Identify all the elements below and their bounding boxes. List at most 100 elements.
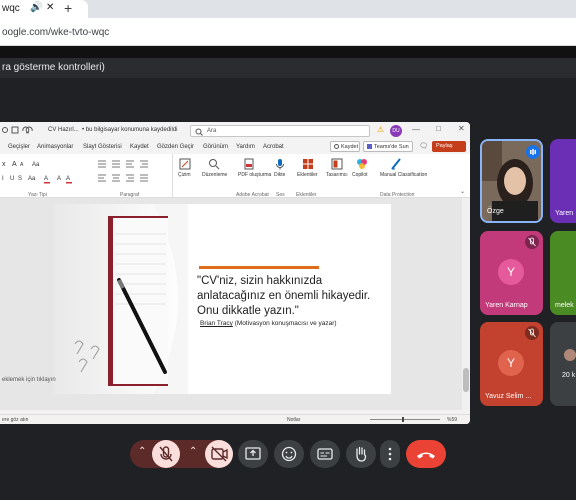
classification-label[interactable]: Manual Classification (380, 172, 427, 178)
account-avatar[interactable]: DU (390, 125, 402, 137)
captions-button[interactable] (310, 440, 340, 468)
shared-powerpoint-window: CV Hazırl... • bu bilgisayar konumuna ka… (0, 122, 470, 424)
slide[interactable]: "CV'niz, sizin hakkınızda anlatacağınız … (53, 204, 391, 394)
addins-label[interactable]: Eklentiler (297, 172, 318, 178)
draw-icon[interactable] (179, 158, 191, 170)
tab-help[interactable]: Yardım (236, 144, 255, 150)
ribbon-divider (172, 154, 173, 198)
minimize-icon[interactable]: — (412, 125, 420, 134)
save-status[interactable]: • bu bilgisayar konumuna kaydedildi (82, 127, 178, 133)
tab-slideshow[interactable]: Slayt Gösterisi (83, 144, 122, 150)
camera-control-group: ⌃ (181, 440, 233, 468)
status-bar: ere göz atın Notlar %59 (0, 414, 470, 424)
participant-tile-yaren-karnap[interactable]: Y Yaren Karnap (480, 231, 543, 315)
browser-tab[interactable]: wqc 🔊 ✕ (0, 0, 88, 18)
record-button[interactable]: Kaydet (330, 141, 360, 152)
designer-label[interactable]: Tasarımcı (326, 172, 348, 178)
arrange-label[interactable]: Düzenleme (202, 172, 227, 178)
present-button[interactable] (238, 440, 268, 468)
participant-name: melek (555, 302, 574, 309)
dictate-label[interactable]: Dikte (274, 172, 285, 178)
maximize-icon[interactable]: □ (436, 124, 441, 133)
camera-toggle-button[interactable] (205, 440, 233, 468)
captions-icon (317, 448, 333, 460)
paragraph-icons[interactable] (96, 158, 166, 190)
mic-off-icon (159, 446, 173, 462)
participant-tile-more[interactable]: 20 k (550, 322, 576, 406)
copilot-label[interactable]: Copilot (352, 172, 368, 178)
close-window-icon[interactable]: ✕ (458, 124, 465, 133)
scrollbar-thumb[interactable] (463, 368, 469, 392)
more-options-button[interactable] (380, 440, 400, 468)
teams-icon (367, 144, 372, 149)
participant-initial: Y (498, 259, 524, 285)
tab-review[interactable]: Gözden Geçir (157, 144, 194, 150)
copilot-icon[interactable] (356, 158, 368, 170)
mic-off-icon (525, 326, 539, 340)
participant-tile-yavuz-selim[interactable]: Y Yavuz Selim ... (480, 322, 543, 406)
ribbon-tabs: Geçişler Animasyonlar Slayt Gösterisi Ka… (0, 140, 470, 154)
leave-call-button[interactable] (406, 440, 446, 468)
emoji-button[interactable] (274, 440, 304, 468)
svg-text:A: A (44, 176, 48, 182)
pdf-label[interactable]: PDF oluşturma (238, 172, 271, 178)
status-left-text: ere göz atın (2, 417, 29, 423)
mic-toggle-button[interactable] (152, 440, 180, 468)
zoom-slider-thumb[interactable] (402, 417, 404, 422)
present-in-teams-button[interactable]: Teams'de Sun (363, 141, 413, 152)
teams-label: Teams'de Sun (374, 144, 409, 150)
address-bar[interactable]: oogle.com/wke-tvto-wqc (0, 18, 576, 46)
tab-animations[interactable]: Animasyonlar (37, 144, 73, 150)
url-text[interactable]: oogle.com/wke-tvto-wqc (2, 27, 109, 38)
search-placeholder: Ara (207, 128, 217, 134)
notes-placeholder[interactable]: eklemek için tıklayın (2, 377, 56, 383)
tab-record[interactable]: Kaydet (130, 144, 149, 150)
presenting-controls-bar[interactable]: ra gösterme kontrolleri) (0, 58, 576, 78)
pdf-icon[interactable] (243, 158, 255, 170)
ribbon-toolbar: x A A Aa I U S Aa A A A Yazı Tipi Paragr… (0, 154, 470, 198)
participant-tile-yaren[interactable]: Yaren (550, 139, 576, 223)
microphone-icon[interactable] (274, 158, 286, 170)
chevron-up-icon[interactable]: ⌃ (189, 446, 197, 457)
tab-acrobat[interactable]: Acrobat (263, 144, 284, 150)
chevron-up-icon[interactable]: ⌃ (138, 446, 146, 457)
ppt-title-bar: CV Hazırl... • bu bilgisayar konumuna ka… (0, 122, 470, 140)
raise-hand-button[interactable] (346, 440, 376, 468)
draw-label[interactable]: Çizim (178, 172, 191, 178)
toolbar-icons (2, 126, 42, 136)
file-name: CV Hazırl... (48, 127, 79, 133)
svg-text:A: A (20, 162, 24, 168)
emoji-icon (281, 446, 297, 462)
warning-icon[interactable]: ⚠ (377, 125, 384, 134)
collapse-ribbon-icon[interactable]: ⌄ (460, 188, 465, 195)
participant-name: Yavuz Selim ... (485, 393, 532, 400)
new-tab-button[interactable]: + (64, 0, 72, 16)
presenting-controls-label[interactable]: ra gösterme kontrolleri) (2, 62, 105, 73)
participant-tile-ozge[interactable]: Özge (480, 139, 543, 223)
tab-view[interactable]: Görünüm (203, 144, 228, 150)
ppt-search-box[interactable]: Ara (190, 125, 370, 137)
share-label: Paylaş (436, 143, 453, 149)
participant-name: Özge (487, 208, 504, 215)
notes-button[interactable]: Notlar (287, 417, 300, 423)
share-button[interactable]: Paylaş (432, 141, 466, 152)
browser-tab-strip: wqc 🔊 ✕ + (0, 0, 576, 18)
designer-icon[interactable] (331, 158, 343, 170)
arrange-search-icon[interactable] (208, 158, 220, 170)
participant-count: 20 k (562, 372, 576, 379)
close-tab-icon[interactable]: ✕ (46, 2, 54, 13)
zoom-slider[interactable] (370, 419, 440, 420)
classification-icon[interactable] (390, 158, 402, 170)
comments-icon[interactable]: 🗨 (419, 142, 428, 150)
tab-transitions[interactable]: Geçişler (8, 144, 30, 150)
quick-access-icon (2, 126, 33, 134)
font-format-icons[interactable]: x A A Aa I U S Aa A A A (2, 158, 92, 190)
participant-tile-melek[interactable]: melek (550, 231, 576, 315)
zoom-level[interactable]: %59 (447, 417, 457, 423)
svg-text:x: x (2, 161, 6, 168)
speaker-icon[interactable]: 🔊 (30, 2, 42, 13)
addins-icon[interactable] (302, 158, 314, 170)
search-icon (195, 128, 203, 136)
author-name: Brian Tracy (200, 320, 233, 327)
more-vertical-icon (388, 447, 392, 461)
